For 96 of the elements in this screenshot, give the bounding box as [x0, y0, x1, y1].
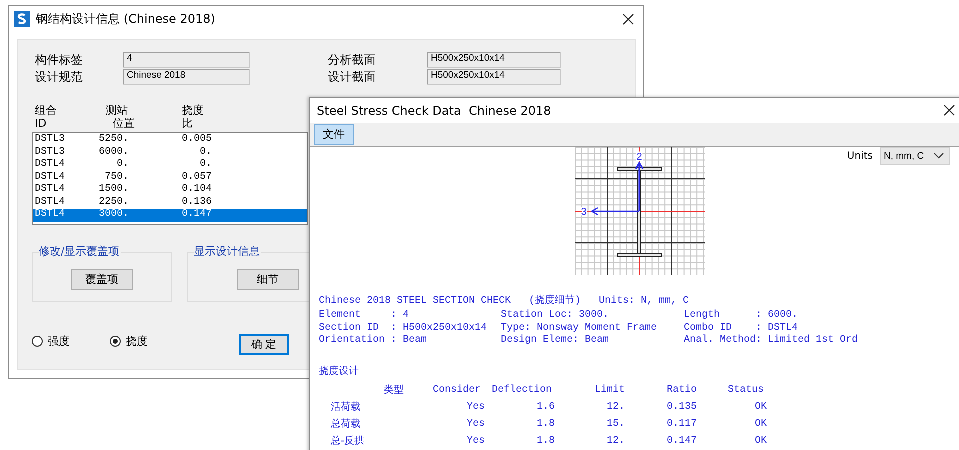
table-cell-text: 0.117 — [666, 418, 698, 430]
table-header: 类型 — [383, 384, 405, 397]
table-cell-text: 0.147 — [666, 436, 698, 446]
window-title: Steel Stress Check Data Chinese 2018 — [317, 104, 552, 118]
list-cell-text: 0.057 — [180, 172, 212, 184]
list-row[interactable]: DSTL3 5250. 0.005 — [33, 134, 307, 146]
list-cell-text: DSTL4 — [34, 209, 66, 222]
group-title: 修改/显示覆盖项 — [39, 245, 121, 259]
table-cell-text: OK — [754, 436, 768, 446]
report-text: Design Eleme: Beam — [501, 335, 610, 348]
column-header: 比 — [182, 117, 194, 130]
close-icon[interactable] — [623, 14, 634, 24]
list-cell-text: 6000. — [98, 146, 129, 159]
window-title: 钢结构设计信息 (Chinese 2018) — [36, 10, 216, 28]
app-logo-icon — [14, 11, 30, 27]
column-header: 测站 — [106, 104, 129, 117]
list-cell-text: 0.136 — [180, 196, 212, 209]
report-text: Type: Nonsway Moment Frame — [501, 322, 658, 334]
table-cell-text: 12. — [606, 402, 626, 412]
list-cell-text: 3000. — [98, 209, 129, 222]
dialog-button[interactable]: 细节 — [237, 268, 299, 290]
units-dropdown[interactable]: N, mm, C — [880, 147, 950, 165]
report-text: Combo ID : DSTL4 — [684, 322, 800, 334]
list-cell-text: DSTL4 — [34, 172, 66, 184]
list-cell-text: 0. — [198, 159, 212, 172]
table-cell-text: 活荷载 — [330, 400, 362, 414]
list-cell-text: 5250. — [98, 134, 129, 146]
radio-label: 强度 — [48, 334, 70, 349]
readonly-field: H500x250x10x14 — [427, 52, 561, 68]
report-text: Section ID : H500x250x10x14 — [319, 322, 488, 334]
table-cell-text: 1.8 — [536, 418, 556, 430]
units-label: Units — [847, 150, 873, 162]
results-list[interactable]: DSTL3 5250. 0.005 DSTL3 6000. 0. DSTL4 0. 0. DSTL4 750. 0.057 DSTL4 1500. 0.104 DSTL4 2250. 0.136 DSTL4 3000. 0.147 — [32, 132, 308, 225]
ok-button[interactable]: 确 定 — [239, 334, 289, 355]
list-row[interactable]: DSTL3 6000. 0. — [33, 146, 307, 159]
readonly-field: H500x250x10x14 — [427, 69, 561, 85]
column-header: 组合 — [35, 104, 58, 117]
table-cell-text: OK — [754, 418, 768, 430]
dialog-button[interactable]: 覆盖项 — [71, 268, 133, 290]
list-row[interactable]: DSTL4 750. 0.057 — [33, 172, 307, 184]
list-cell-text: 0.104 — [180, 184, 212, 196]
field-label: 分析截面 — [328, 52, 377, 69]
section-title: 挠度设计 — [319, 364, 360, 378]
list-cell-text: 2250. — [98, 196, 129, 209]
table-cell-text: 12. — [606, 436, 626, 446]
table-header: Ratio — [666, 384, 698, 396]
report-text: Orientation : Beam — [319, 335, 428, 348]
column-header: 挠度 — [182, 104, 205, 117]
list-row[interactable]: DSTL4 3000. 0.147 — [33, 209, 307, 222]
list-row[interactable]: DSTL4 2250. 0.136 — [33, 196, 307, 209]
field-label: 设计规范 — [35, 69, 84, 86]
readonly-field: Chinese 2018 — [123, 69, 250, 85]
radio-button[interactable] — [110, 336, 121, 347]
list-cell-text: 0. — [198, 146, 212, 159]
list-row[interactable]: DSTL4 0. 0. — [33, 159, 307, 172]
table-cell-text: Yes — [466, 418, 486, 430]
field-label: 构件标签 — [35, 52, 84, 69]
field-label: 设计截面 — [328, 69, 377, 86]
table-cell-text: Yes — [466, 436, 486, 446]
list-cell-text: DSTL4 — [34, 184, 66, 196]
list-row[interactable]: DSTL4 1500. 0.104 — [33, 184, 307, 196]
list-cell-text: 0. — [116, 159, 129, 172]
report-text: Anal. Method: Limited 1st Ord — [684, 335, 860, 348]
list-cell-text: DSTL4 — [34, 159, 66, 172]
group-title: 显示设计信息 — [194, 245, 261, 259]
list-cell-text: 0.147 — [180, 209, 212, 222]
caret-icon — [934, 153, 944, 159]
table-cell-text: 0.135 — [666, 402, 698, 412]
table-cell-text: Yes — [466, 402, 486, 412]
table-header: Consider — [432, 384, 482, 396]
radio-label: 挠度 — [126, 334, 148, 349]
list-cell-text: 0.005 — [180, 134, 212, 146]
table-header: Status — [726, 384, 765, 396]
list-cell-text: DSTL4 — [34, 196, 66, 209]
report-text: Length : 6000. — [684, 310, 800, 322]
menu-item[interactable]: 文件 — [314, 124, 354, 145]
table-cell-text: 总-反拱 — [330, 434, 366, 448]
table-header: Limit — [594, 384, 626, 396]
report-text: Station Loc: 3000. — [501, 310, 610, 322]
close-icon[interactable] — [944, 105, 955, 116]
table-cell-text: 总荷载 — [330, 418, 362, 431]
column-header: 位置 — [112, 117, 136, 130]
readonly-field: 4 — [123, 52, 250, 68]
report-heading: Chinese 2018 STEEL SECTION CHECK (挠度细节) Units: N, mm, C — [319, 295, 690, 309]
table-cell-text: 1.6 — [536, 402, 556, 412]
table-cell-text: 15. — [606, 418, 626, 430]
table-header: Deflection — [490, 384, 553, 396]
radio-button[interactable] — [32, 336, 43, 347]
list-cell-text: 1500. — [98, 184, 129, 196]
column-header: ID — [35, 117, 48, 130]
report-text: Element : 4 — [319, 310, 410, 322]
list-cell-text: 750. — [104, 172, 129, 184]
table-cell-text: 1.8 — [536, 436, 556, 446]
list-cell-text: DSTL3 — [34, 134, 66, 146]
list-cell-text: DSTL3 — [34, 146, 66, 159]
table-cell-text: OK — [754, 402, 768, 412]
